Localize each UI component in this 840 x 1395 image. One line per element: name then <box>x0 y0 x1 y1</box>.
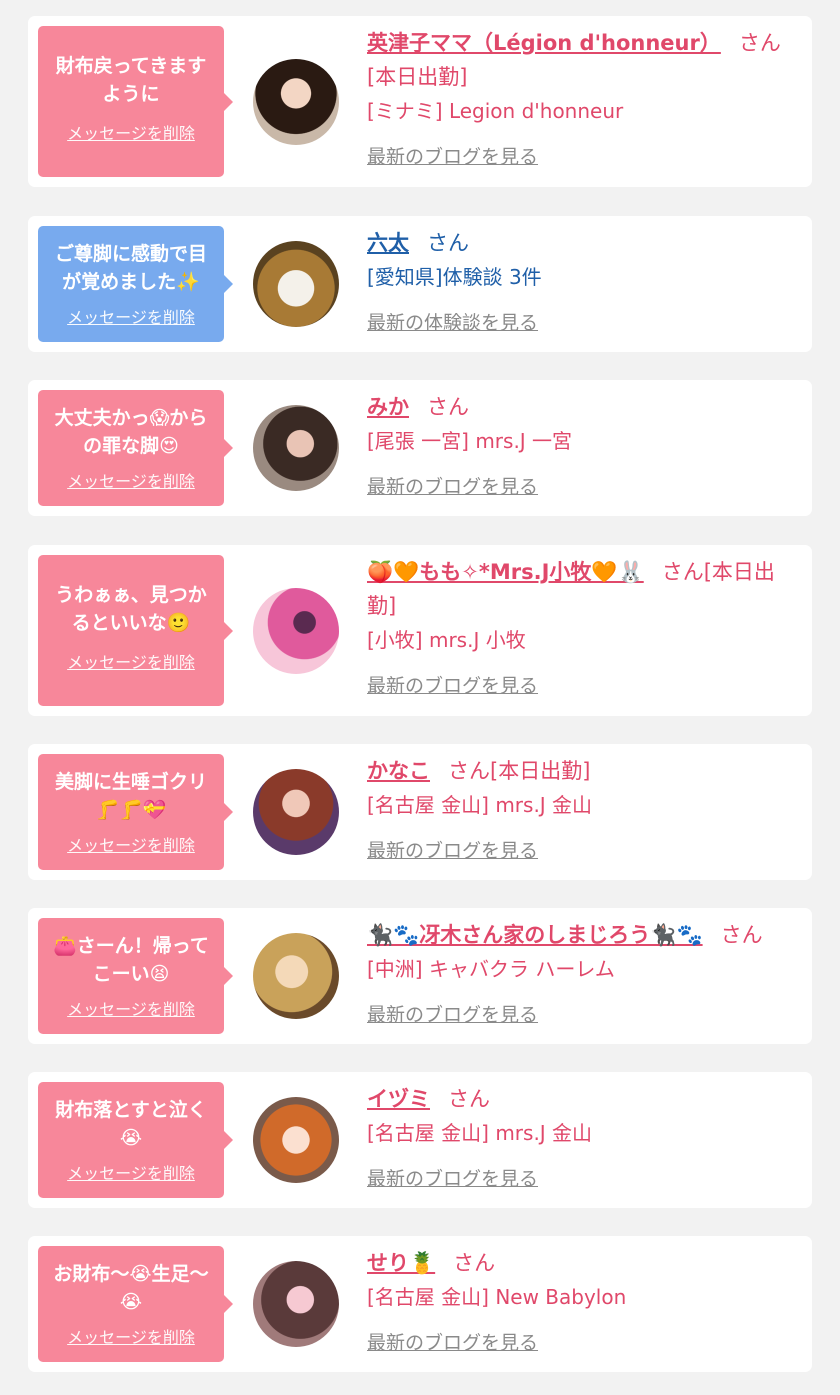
favorite-card: ご尊脚に感動で目 が覚めました✨ メッセージを削除 六太 さん [愛知県]体験談 3件最… <box>28 216 812 352</box>
food-photo-avatar[interactable] <box>253 241 339 327</box>
cast-name-link[interactable]: みか <box>367 395 409 419</box>
message-text: 財布落とすと泣く 😭 <box>55 1099 207 1149</box>
cast-info: 🍑🧡もも✧*Mrs.J小牧🧡🐰 さん[本日出勤] [小牧] mrs.J 小牧 最新のブ… <box>367 555 797 698</box>
cast-info: せり🍍 さん [名古屋 金山] New Babylon 最新のブログを見る <box>367 1246 797 1355</box>
cast-info: かなこ さん[本日出勤] [名古屋 金山] mrs.J 金山 最新のブログを見る <box>367 754 797 863</box>
shop-label: [名古屋 金山] New Babylon <box>367 1285 627 1309</box>
message-text: お財布〜😭生足〜 😭 <box>53 1263 209 1313</box>
cast-name-link[interactable]: 🍑🧡もも✧*Mrs.J小牧🧡🐰 <box>367 560 644 584</box>
latest-post-link[interactable]: 最新のブログを見る <box>367 142 538 169</box>
honorific-suffix: さん[本日出勤] <box>448 759 591 783</box>
honorific-suffix: さん <box>720 923 763 947</box>
message-text: 大丈夫かっ😱から の罪な脚😍 <box>54 407 208 457</box>
shop-label: [ミナミ] Legion d'honneur <box>367 99 624 123</box>
shop-label: [名古屋 金山] mrs.J 金山 <box>367 793 593 817</box>
message-text: 美脚に生唾ゴクリ 🦵🦵💝 <box>54 771 207 821</box>
message-text: うわぁぁ、見つか るといいな🙂 <box>55 584 207 634</box>
latest-post-link[interactable]: 最新のブログを見る <box>367 472 538 499</box>
woman-selfie-avatar[interactable] <box>253 405 339 491</box>
favorite-card: 大丈夫かっ😱から の罪な脚😍 メッセージを削除 みか さん [尾張 一宮] mrs.J … <box>28 380 812 516</box>
cast-info: 🐈‍⬛🐾冴木さん家のしまじろう🐈‍⬛🐾 さん [中洲] キャバクラ ハーレム 最新のブ… <box>367 918 797 1027</box>
name-line: 🍑🧡もも✧*Mrs.J小牧🧡🐰 さん[本日出勤] <box>367 555 797 623</box>
cast-name-link[interactable]: せり🍍 <box>367 1251 435 1275</box>
name-line: 🐈‍⬛🐾冴木さん家のしまじろう🐈‍⬛🐾 さん <box>367 918 797 952</box>
latest-post-link[interactable]: 最新のブログを見る <box>367 1328 538 1355</box>
blonde-woman-avatar[interactable] <box>253 933 339 1019</box>
message-text: 👛さーん！帰って こーい😫 <box>53 935 209 985</box>
cast-info: みか さん [尾張 一宮] mrs.J 一宮 最新のブログを見る <box>367 390 797 499</box>
message-bubble: うわぁぁ、見つか るといいな🙂 メッセージを削除 <box>38 555 233 706</box>
cast-info: 六太 さん [愛知県]体験談 3件 最新の体験談を見る <box>367 226 797 335</box>
favorite-card: 財布戻ってきます ように メッセージを削除 英津子ママ（Légion d'honne… <box>28 16 812 187</box>
shop-label: [尾張 一宮] mrs.J 一宮 <box>367 429 573 453</box>
honorific-suffix: さん <box>427 231 469 255</box>
name-line: かなこ さん[本日出勤] <box>367 754 797 788</box>
message-text: 財布戻ってきます ように <box>55 55 207 105</box>
delete-message-link[interactable]: メッセージを削除 <box>67 649 195 673</box>
name-line: せり🍍 さん <box>367 1246 797 1280</box>
cast-name-link[interactable]: イヅミ <box>367 1087 430 1111</box>
favorite-card: 財布落とすと泣く 😭 メッセージを削除 イヅミ さん [名古屋 金山] mrs.J 金山… <box>28 1072 812 1208</box>
delete-message-link[interactable]: メッセージを削除 <box>67 468 195 492</box>
message-text: ご尊脚に感動で目 が覚めました✨ <box>54 243 207 293</box>
honorific-suffix: さん <box>427 395 469 419</box>
message-bubble: 大丈夫かっ😱から の罪な脚😍 メッセージを削除 <box>38 390 233 506</box>
favorite-card: 美脚に生唾ゴクリ 🦵🦵💝 メッセージを削除 かなこ さん[本日出勤] [名古屋 金山] … <box>28 744 812 880</box>
cast-name-link[interactable]: 六太 <box>367 231 409 255</box>
message-bubble: 財布戻ってきます ようにメッセージを削除 <box>38 26 233 177</box>
honorific-suffix: さん <box>448 1087 490 1111</box>
honorific-suffix: さん <box>453 1251 496 1275</box>
favorite-card: うわぁぁ、見つか るといいな🙂 メッセージを削除 🍑🧡もも✧*Mrs.J小牧🧡🐰 さん… <box>28 545 812 716</box>
woman-closeup-avatar[interactable] <box>253 1261 339 1347</box>
delete-message-link[interactable]: メッセージを削除 <box>67 1160 195 1184</box>
cast-name-link[interactable]: 🐈‍⬛🐾冴木さん家のしまじろう🐈‍⬛🐾 <box>367 923 703 947</box>
delete-message-link[interactable]: メッセージを削除 <box>67 1324 195 1348</box>
latest-post-link[interactable]: 最新のブログを見る <box>367 1164 538 1191</box>
pink-photo-avatar[interactable] <box>253 587 339 674</box>
cast-info: イヅミ さん [名古屋 金山] mrs.J 金山 最新のブログを見る <box>367 1082 797 1191</box>
latest-post-link[interactable]: 最新のブログを見る <box>367 1000 538 1027</box>
name-line: 英津子ママ（Légion d'honneur） さん[本日出勤] <box>367 26 797 94</box>
cast-info: 英津子ママ（Légion d'honneur） さん[本日出勤] [ミナミ] Leg… <box>367 26 797 169</box>
redhair-woman-avatar[interactable] <box>253 1097 339 1183</box>
favorite-card: 👛さーん！帰って こーい😫 メッセージを削除 🐈‍⬛🐾冴木さん家のしまじろう🐈‍⬛🐾… <box>28 908 812 1044</box>
message-bubble: お財布〜😭生足〜 😭 メッセージを削除 <box>38 1246 233 1362</box>
message-bubble: 👛さーん！帰って こーい😫 メッセージを削除 <box>38 918 233 1034</box>
delete-message-link[interactable]: メッセージを削除 <box>67 304 195 328</box>
shop-label: [名古屋 金山] mrs.J 金山 <box>367 1121 593 1145</box>
cast-name-link[interactable]: かなこ <box>367 759 430 783</box>
woman-kimono-avatar[interactable] <box>253 769 339 855</box>
latest-post-link[interactable]: 最新のブログを見る <box>367 836 538 863</box>
shop-label: [愛知県]体験談 3件 <box>367 265 542 289</box>
name-line: 六太 さん <box>367 226 797 260</box>
woman-portrait-avatar[interactable] <box>253 58 339 145</box>
shop-label: [中洲] キャバクラ ハーレム <box>367 957 615 981</box>
message-bubble: 財布落とすと泣く 😭 メッセージを削除 <box>38 1082 233 1198</box>
delete-message-link[interactable]: メッセージを削除 <box>67 832 195 856</box>
favorite-card: お財布〜😭生足〜 😭 メッセージを削除 せり🍍 さん [名古屋 金山] New Baby… <box>28 1236 812 1372</box>
cast-name-link[interactable]: 英津子ママ（Légion d'honneur） <box>367 31 721 55</box>
delete-message-link[interactable]: メッセージを削除 <box>67 996 195 1020</box>
latest-post-link[interactable]: 最新の体験談を見る <box>367 308 538 335</box>
favorites-list: 財布戻ってきます ように メッセージを削除 英津子ママ（Légion d'honne… <box>0 0 840 1395</box>
delete-message-link[interactable]: メッセージを削除 <box>67 120 195 144</box>
message-bubble: 美脚に生唾ゴクリ 🦵🦵💝 メッセージを削除 <box>38 754 233 870</box>
message-bubble: ご尊脚に感動で目 が覚めました✨ メッセージを削除 <box>38 226 233 342</box>
name-line: みか さん <box>367 390 797 424</box>
shop-label: [小牧] mrs.J 小牧 <box>367 628 526 652</box>
latest-post-link[interactable]: 最新のブログを見る <box>367 671 538 698</box>
name-line: イヅミ さん <box>367 1082 797 1116</box>
